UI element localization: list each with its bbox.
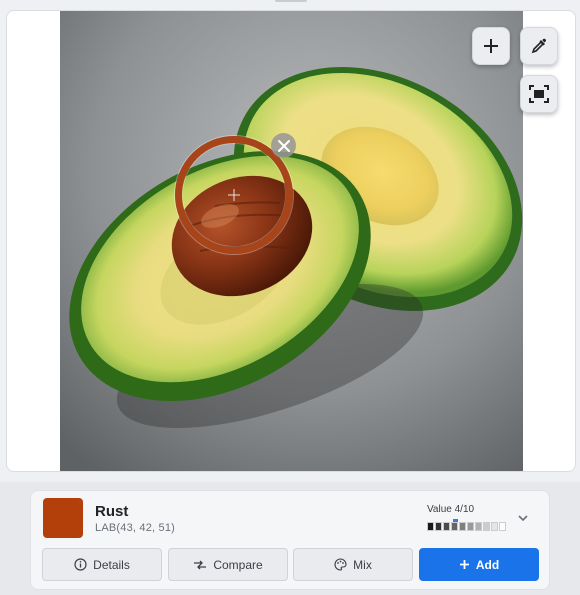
eyedropper-button[interactable] [520,27,558,65]
palette-icon [334,558,347,571]
fit-screen-button[interactable] [520,75,558,113]
add-button[interactable]: Add [419,548,539,581]
plus-icon [459,560,469,569]
details-label: Details [93,557,130,572]
info-icon [74,558,87,571]
avocado-photo[interactable] [60,11,523,471]
value-step [459,522,466,531]
value-step [483,522,490,531]
compare-button[interactable]: Compare [168,548,288,581]
value-scale [427,522,506,531]
value-label: Value 4/10 [427,504,475,515]
image-canvas[interactable] [6,10,576,472]
value-step [443,522,450,531]
close-icon[interactable] [271,133,296,158]
color-name: Rust [95,503,129,520]
chevron-down-icon[interactable] [516,511,530,525]
value-step [451,522,458,531]
value-step [467,522,474,531]
crosshair-icon [228,189,240,201]
fit-screen-icon [529,85,549,103]
value-step [499,522,506,531]
panel-drag-handle[interactable] [275,0,307,2]
value-step [475,522,482,531]
mix-label: Mix [353,557,372,572]
plus-icon [484,39,498,53]
color-swatch [43,498,83,538]
value-marker [453,519,458,522]
add-label: Add [475,557,500,572]
value-step [435,522,442,531]
mix-button[interactable]: Mix [293,548,413,581]
value-step [427,522,434,531]
details-button[interactable]: Details [42,548,162,581]
eyedropper-icon [531,38,546,54]
add-point-button[interactable] [472,27,510,65]
compare-label: Compare [213,557,263,572]
value-step [491,522,498,531]
color-lab-value: LAB(43, 42, 51) [95,522,176,534]
compare-icon [194,560,207,569]
